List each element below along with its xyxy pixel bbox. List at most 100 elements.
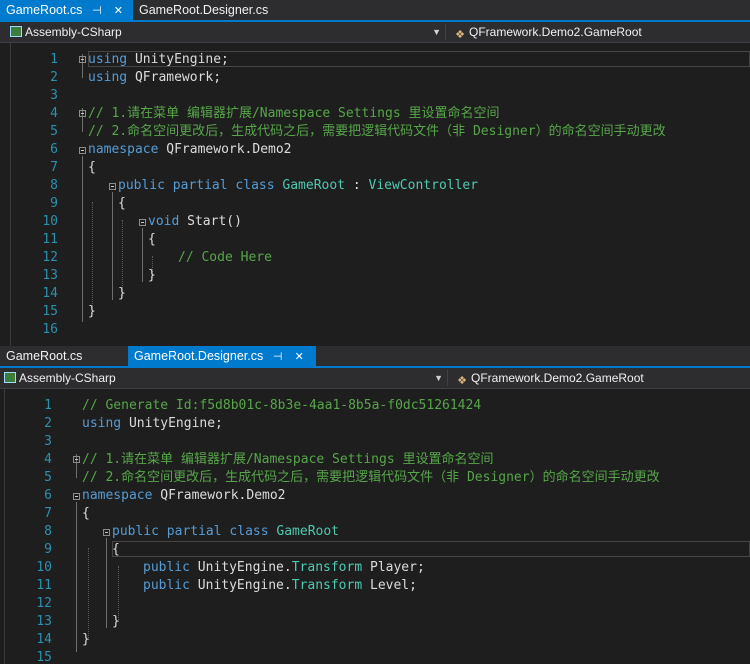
class-name: ViewController: [368, 178, 479, 193]
keyword: using: [88, 52, 128, 67]
pin-icon[interactable]: ⊣: [90, 1, 104, 21]
line-number: 7: [50, 160, 58, 175]
class-name: Transform: [291, 578, 363, 593]
keyword: partial: [172, 178, 228, 193]
document-tab-bar: GameRoot.cs GameRoot.Designer.cs ⊣ ✕: [0, 346, 750, 368]
line-number: 11: [42, 232, 58, 247]
comment: // 1.请在菜单 编辑器扩展/Namespace Settings 里设置命名…: [82, 452, 494, 467]
line-number: 9: [50, 196, 58, 211]
csharp-project-icon: [10, 26, 22, 37]
line-number: 14: [36, 632, 52, 647]
line-number: 3: [50, 88, 58, 103]
line-number: 5: [44, 470, 52, 485]
collapse-icon[interactable]: [79, 56, 86, 63]
code-text: {: [82, 506, 90, 521]
line-number: 2: [50, 70, 58, 85]
collapse-icon[interactable]: [79, 110, 86, 117]
line-number: 16: [42, 322, 58, 337]
chevron-down-icon: ▼: [434, 373, 443, 383]
collapse-icon[interactable]: [139, 219, 146, 226]
code-text: }: [88, 304, 96, 319]
close-icon[interactable]: ✕: [111, 1, 125, 21]
collapse-icon[interactable]: [73, 456, 80, 463]
navigation-bar: Assembly-CSharp ▼ ❖ QFramework.Demo2.Game…: [0, 22, 750, 43]
code-text: :: [345, 178, 369, 193]
code-editor[interactable]: 1 using UnityEngine; 2 using QFramework; 3…: [0, 42, 750, 346]
chevron-down-icon: ▼: [432, 27, 441, 37]
line-number: 1: [44, 398, 52, 413]
keyword: namespace: [82, 488, 153, 503]
keyword: class: [235, 178, 275, 193]
class-name: GameRoot: [282, 178, 346, 193]
keyword: public: [143, 560, 190, 575]
collapse-icon[interactable]: [79, 147, 86, 154]
indent-guide: [88, 548, 89, 640]
comment: // 2.命名空间更改后，生成代码之后，需要把逻辑代码文件（非 Designer…: [88, 124, 666, 139]
close-icon[interactable]: ✕: [292, 347, 306, 367]
code-editor[interactable]: 1 // Generate Id:f5d8b01c-8b3e-4aa1-8b5a-…: [0, 388, 750, 664]
code-text: UnityEngine.: [189, 578, 292, 593]
line-number: 8: [44, 524, 52, 539]
project-dropdown[interactable]: Assembly-CSharp ▼: [6, 24, 446, 40]
line-number: 6: [44, 488, 52, 503]
code-text: UnityEngine;: [121, 416, 223, 431]
comment: // Code Here: [178, 250, 272, 265]
csharp-project-icon: [4, 372, 16, 383]
keyword: void: [148, 214, 180, 229]
line-number: 3: [44, 434, 52, 449]
pin-icon[interactable]: ⊣: [271, 347, 285, 367]
code-text: {: [148, 232, 156, 247]
member-dropdown[interactable]: ❖ QFramework.Demo2.GameRoot: [450, 24, 750, 41]
code-text: QFramework;: [127, 70, 222, 85]
tab-gameroot-designer-cs[interactable]: GameRoot.Designer.cs: [133, 0, 283, 20]
line-number: 2: [44, 416, 52, 431]
code-text: }: [82, 632, 90, 647]
outline-guide: [82, 156, 83, 322]
code-text: Start(): [179, 214, 242, 229]
outline-guide: [106, 538, 107, 628]
line-number: 6: [50, 142, 58, 157]
line-number: 12: [42, 250, 58, 265]
line-number: 12: [36, 596, 52, 611]
tab-gameroot-designer-cs[interactable]: GameRoot.Designer.cs ⊣ ✕: [128, 346, 316, 366]
line-number: 13: [42, 268, 58, 283]
current-line-highlight: [112, 541, 750, 557]
line-number: 8: [50, 178, 58, 193]
code-text: }: [148, 268, 156, 283]
collapse-icon[interactable]: [109, 183, 116, 190]
line-number: 10: [42, 214, 58, 229]
member-label: QFramework.Demo2.GameRoot: [471, 371, 644, 385]
line-number: 10: [36, 560, 52, 575]
tab-gameroot-cs[interactable]: GameRoot.cs ⊣ ✕: [0, 0, 133, 20]
keyword: class: [229, 524, 269, 539]
outline-guide: [142, 228, 143, 282]
comment: // 2.命名空间更改后，生成代码之后，需要把逻辑代码文件（非 Designer…: [82, 470, 660, 485]
keyword: namespace: [88, 142, 159, 157]
code-text: {: [88, 160, 96, 175]
collapse-icon[interactable]: [73, 493, 80, 500]
keyword: partial: [166, 524, 222, 539]
code-text: QFramework.Demo2: [158, 142, 292, 157]
code-text: QFramework.Demo2: [152, 488, 286, 503]
collapse-icon[interactable]: [103, 529, 110, 536]
code-text: }: [112, 614, 120, 629]
keyword: public: [118, 178, 165, 193]
line-number: 4: [44, 452, 52, 467]
line-number: 15: [36, 650, 52, 664]
tab-gameroot-cs[interactable]: GameRoot.cs: [0, 346, 128, 366]
code-text: Player;: [362, 560, 425, 575]
code-text: {: [118, 196, 126, 211]
project-dropdown[interactable]: Assembly-CSharp ▼: [0, 370, 448, 386]
line-number: 14: [42, 286, 58, 301]
keyword: using: [88, 70, 128, 85]
member-label: QFramework.Demo2.GameRoot: [469, 25, 642, 39]
line-number: 15: [42, 304, 58, 319]
line-number: 4: [50, 106, 58, 121]
comment: // 1.请在菜单 编辑器扩展/Namespace Settings 里设置命名…: [88, 106, 500, 121]
tab-label: GameRoot.cs: [6, 3, 83, 17]
editor-pane-gameroot-designer: GameRoot.cs GameRoot.Designer.cs ⊣ ✕ Ass…: [0, 346, 750, 664]
member-dropdown[interactable]: ❖ QFramework.Demo2.GameRoot: [452, 370, 750, 387]
outline-guide: [112, 192, 113, 300]
line-number: 9: [44, 542, 52, 557]
class-name: GameRoot: [276, 524, 340, 539]
